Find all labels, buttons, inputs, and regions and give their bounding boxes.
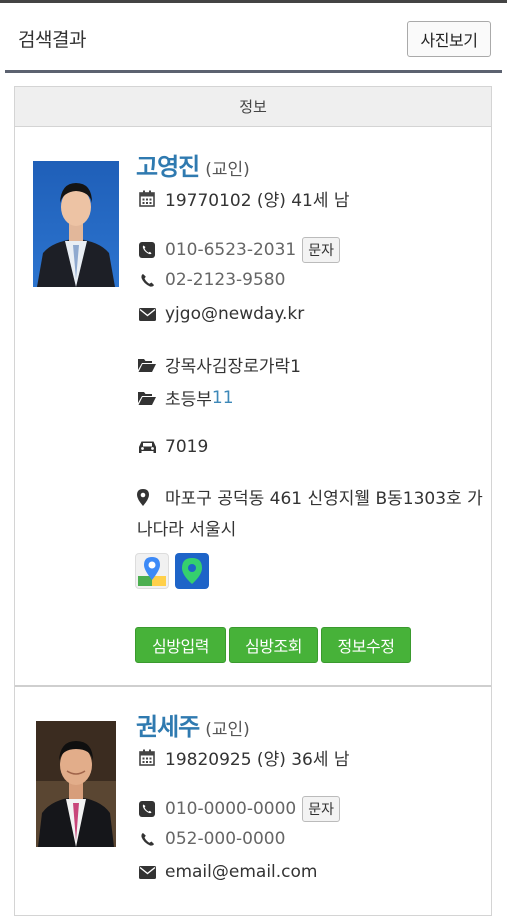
sms-button[interactable]: 문자 bbox=[302, 237, 341, 263]
edit-info-button[interactable]: 정보수정 bbox=[321, 627, 411, 663]
phone-row: 02-2123-9580 bbox=[137, 270, 285, 290]
phone-icon bbox=[137, 270, 157, 290]
mobile-number[interactable]: 010-6523-2031 bbox=[165, 240, 296, 260]
mobile-phone-icon bbox=[137, 799, 157, 819]
envelope-icon bbox=[137, 862, 157, 882]
page-title: 검색결과 bbox=[18, 29, 86, 51]
person-name[interactable]: 권세주 bbox=[136, 707, 200, 742]
sms-button[interactable]: 문자 bbox=[302, 796, 341, 822]
panel-heading: 정보 bbox=[15, 87, 491, 127]
group1-row: 강목사김장로가락1 bbox=[137, 352, 301, 377]
mobile-phone-icon bbox=[137, 240, 157, 260]
person-name-row: 권세주 (교인) bbox=[136, 707, 250, 742]
birth-row: 19770102 (양) 41세 남 bbox=[137, 186, 350, 211]
mobile-number[interactable]: 010-0000-0000 bbox=[165, 799, 296, 819]
birth-info: 19770102 (양) 41세 남 bbox=[165, 191, 350, 211]
map-links bbox=[135, 553, 209, 589]
calendar-icon bbox=[137, 189, 157, 209]
naver-map-icon[interactable] bbox=[175, 553, 209, 589]
email-address[interactable]: yjgo@newday.kr bbox=[165, 304, 304, 324]
phone-row: 052-000-0000 bbox=[137, 829, 285, 849]
car-row: 7019 bbox=[137, 437, 208, 457]
email-row: email@email.com bbox=[137, 862, 317, 882]
result-panel: 정보 고영진 (교인) 19770102 (양) 41세 남 010-6523-… bbox=[14, 86, 492, 916]
person-name-row: 고영진 (교인) bbox=[136, 147, 250, 182]
header-divider bbox=[5, 70, 502, 73]
person-photo[interactable] bbox=[36, 721, 116, 847]
calendar-icon bbox=[137, 748, 157, 768]
mobile-row: 010-0000-0000 문자 bbox=[137, 796, 341, 822]
car-icon bbox=[137, 437, 157, 457]
group2-text: 초등부 bbox=[165, 390, 212, 410]
birth-info: 19820925 (양) 36세 남 bbox=[165, 750, 350, 770]
person-role: (교인) bbox=[205, 160, 250, 180]
action-buttons: 심방입력 심방조회 정보수정 bbox=[135, 627, 411, 663]
mobile-row: 010-6523-2031 문자 bbox=[137, 237, 341, 263]
visit-lookup-button[interactable]: 심방조회 bbox=[229, 627, 318, 663]
person-role: (교인) bbox=[205, 720, 250, 740]
folder-open-icon bbox=[137, 388, 157, 408]
google-maps-icon[interactable] bbox=[135, 553, 169, 589]
visit-input-button[interactable]: 심방입력 bbox=[135, 627, 226, 663]
photo-view-button[interactable]: 사진보기 bbox=[407, 21, 491, 57]
address-text: 마포구 공덕동 461 신영지웰 B동1303호 가나다라 서울시 bbox=[137, 489, 483, 540]
person-photo[interactable] bbox=[33, 161, 119, 287]
email-row: yjgo@newday.kr bbox=[137, 304, 304, 324]
group1-text: 강목사김장로가락1 bbox=[165, 357, 301, 377]
envelope-icon bbox=[137, 304, 157, 324]
address-block: 마포구 공덕동 461 신영지웰 B동1303호 가나다라 서울시 bbox=[137, 485, 487, 545]
group2-row: 초등부 11 bbox=[137, 385, 234, 410]
birth-row: 19820925 (양) 36세 남 bbox=[137, 745, 350, 770]
app-header: 검색결과 사진보기 bbox=[0, 3, 507, 71]
folder-open-icon bbox=[137, 355, 157, 375]
map-marker-icon bbox=[137, 487, 157, 516]
email-address[interactable]: email@email.com bbox=[165, 862, 317, 882]
phone-icon bbox=[137, 829, 157, 849]
person-name[interactable]: 고영진 bbox=[136, 147, 200, 182]
group2-link[interactable]: 11 bbox=[212, 388, 234, 408]
card-divider bbox=[15, 685, 491, 687]
phone-number[interactable]: 052-000-0000 bbox=[165, 829, 285, 849]
car-number: 7019 bbox=[165, 437, 209, 457]
phone-number[interactable]: 02-2123-9580 bbox=[165, 270, 285, 290]
